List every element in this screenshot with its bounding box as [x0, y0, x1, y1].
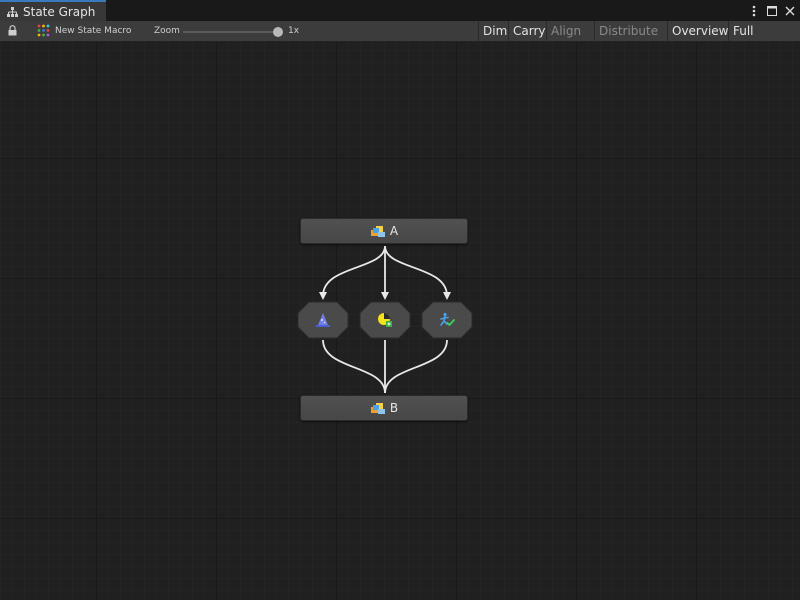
close-icon[interactable] — [784, 3, 796, 17]
zoom-value: 1x — [288, 26, 300, 36]
overview-button[interactable]: Overview — [667, 21, 729, 41]
state-node-a[interactable]: A — [300, 218, 468, 244]
macro-breadcrumb[interactable]: New State Macro — [37, 24, 131, 37]
state-label: B — [389, 401, 399, 415]
yellow-event-icon — [377, 312, 393, 328]
more-options-icon[interactable] — [748, 3, 760, 17]
distribute-label: Distribute — [599, 24, 659, 38]
full-screen-button[interactable]: Full Screen — [728, 21, 800, 58]
window-tabstrip: State Graph — [0, 0, 800, 22]
wizard-hat-icon — [315, 312, 331, 328]
macro-grid-icon — [37, 24, 50, 37]
zoom-slider-track[interactable] — [183, 31, 278, 33]
transition-node-2[interactable] — [359, 301, 411, 339]
tab-title: State Graph — [23, 4, 96, 19]
transition-node-1[interactable] — [297, 301, 349, 339]
align-label: Align — [551, 24, 582, 38]
state-macro-icon — [370, 224, 386, 238]
macro-name: New State Macro — [55, 25, 132, 36]
carry-button[interactable]: Carry — [508, 21, 546, 41]
transition-node-3[interactable] — [421, 301, 473, 339]
state-label: A — [389, 224, 399, 238]
state-node-b[interactable]: B — [300, 395, 468, 421]
lock-icon[interactable] — [8, 25, 17, 36]
hierarchy-icon — [6, 6, 19, 18]
graph-toolbar: New State Macro Zoom 1x Dim Carry Align … — [0, 21, 800, 58]
tab-state-graph[interactable]: State Graph — [0, 0, 106, 21]
dim-button[interactable]: Dim — [478, 21, 508, 41]
maximize-icon[interactable] — [766, 3, 778, 17]
zoom-label: Zoom — [154, 26, 180, 36]
zoom-slider-thumb[interactable] — [273, 27, 283, 37]
align-dropdown[interactable]: Align — [546, 21, 594, 54]
state-macro-icon — [370, 401, 386, 415]
distribute-dropdown[interactable]: Distribute — [594, 21, 667, 54]
running-check-icon — [439, 312, 455, 328]
